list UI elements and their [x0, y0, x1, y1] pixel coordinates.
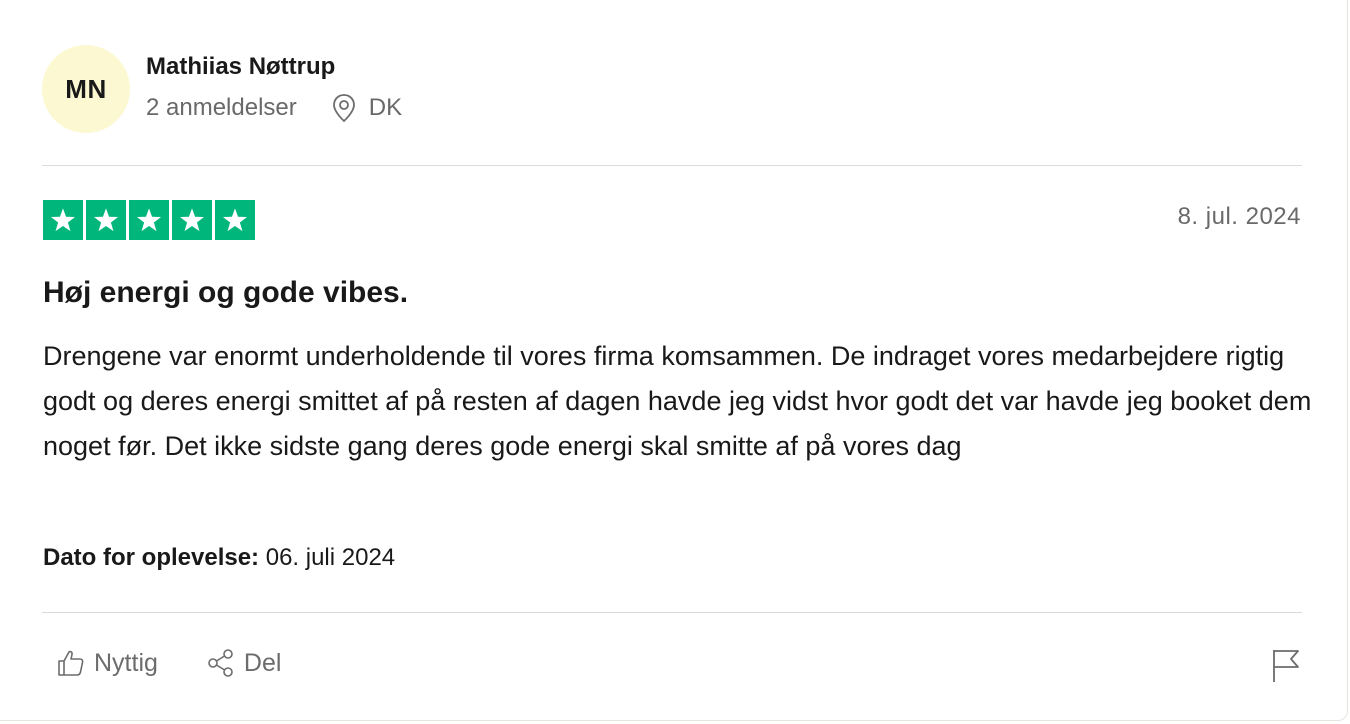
review-title[interactable]: Høj energi og gode vibes. — [43, 276, 408, 310]
share-label: Del — [243, 648, 282, 677]
star-icon — [43, 200, 83, 240]
reviewer-meta: 2 anmeldelser DK — [146, 93, 402, 123]
avatar-initials: MN — [65, 73, 107, 104]
experience-date-value: 06. juli 2024 — [259, 544, 396, 571]
star-icon — [129, 200, 169, 240]
reviewer-name[interactable]: Mathiias Nøttrup — [146, 51, 402, 83]
helpful-button[interactable]: Nyttig — [56, 648, 158, 678]
reviewer-header: MN Mathiias Nøttrup 2 anmeldelser DK — [42, 45, 402, 133]
share-button[interactable]: Del — [206, 648, 282, 678]
header-divider — [42, 165, 1302, 166]
experience-date-label: Dato for oplevelse: — [43, 544, 260, 571]
review-body: Drengene var enormt underholdende til vo… — [43, 341, 1312, 461]
star-icon — [172, 200, 212, 240]
star-rating — [43, 200, 255, 240]
location-pin-icon — [332, 94, 355, 123]
review-date: 8. jul. 2024 — [1177, 203, 1301, 230]
footer-divider — [42, 612, 1302, 613]
reviewer-country: DK — [368, 94, 403, 121]
reviewer-info: Mathiias Nøttrup 2 anmeldelser DK — [146, 51, 402, 123]
reviews-count: 2 anmeldelser — [146, 94, 297, 121]
reviewer-location: DK — [331, 93, 402, 123]
share-icon — [208, 649, 233, 677]
experience-date: Dato for oplevelse: 06. juli 2024 — [43, 544, 395, 572]
thumbs-up-icon — [58, 650, 84, 676]
star-icon — [86, 200, 126, 240]
star-icon — [215, 200, 255, 240]
report-flag-icon[interactable] — [1270, 648, 1302, 684]
avatar[interactable]: MN — [42, 45, 130, 133]
review-actions: Nyttig Del — [56, 648, 281, 678]
helpful-label: Nyttig — [94, 648, 158, 677]
